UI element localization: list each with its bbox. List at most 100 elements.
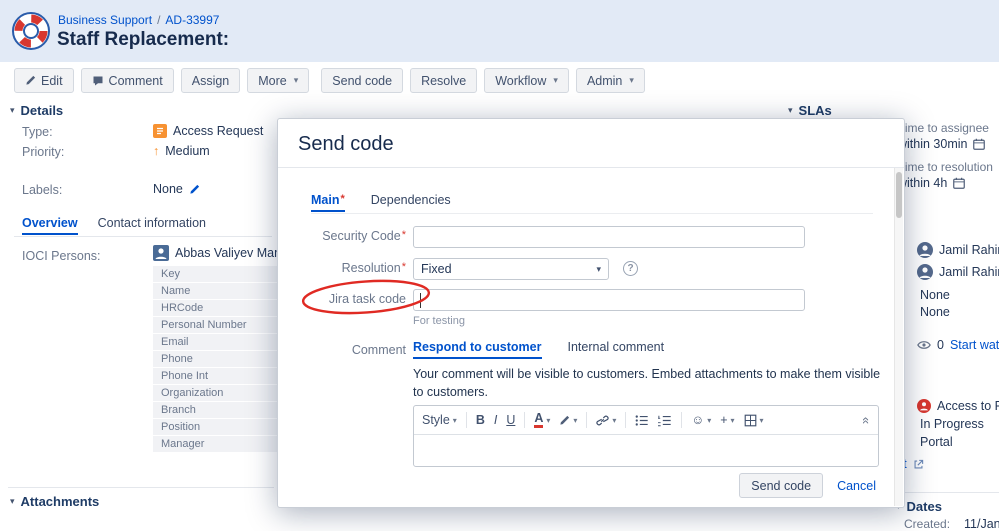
start-watching-link[interactable]: Start watchi xyxy=(950,338,999,352)
admin-button[interactable]: Admin ▾ xyxy=(575,68,645,93)
dialog-scrollbar[interactable] xyxy=(894,168,903,506)
link-icon[interactable]: ▾ xyxy=(596,414,616,427)
chevron-down-icon: ▾ xyxy=(612,415,617,425)
user-avatar xyxy=(917,264,933,280)
dialog-title: Send code xyxy=(298,133,394,155)
resolution-selected-value: Fixed xyxy=(421,262,452,276)
ioci-person: Abbas Valiyev Mamm xyxy=(153,245,295,261)
tab-contact-information[interactable]: Contact information xyxy=(98,216,206,235)
collapse-slas-icon[interactable]: ▾ xyxy=(788,105,793,116)
comment-editor[interactable]: Style ▾ B I U A ▾ ▾ ▾ ☺ ▾ + ▾ ▾ « xyxy=(413,405,879,467)
tab-main[interactable]: Main* xyxy=(311,193,345,212)
comment-label: Comment xyxy=(108,73,163,88)
dialog-footer: Send code Cancel xyxy=(739,473,876,498)
labels-value: None xyxy=(153,182,200,196)
resolve-button[interactable]: Resolve xyxy=(410,68,478,93)
field-value-none: None xyxy=(920,288,950,302)
calendar-icon xyxy=(953,177,966,189)
dates-heading-label: Dates xyxy=(906,499,942,514)
required-marker: * xyxy=(401,229,406,241)
tabs-divider xyxy=(14,236,272,237)
editor-content-area[interactable] xyxy=(414,435,878,466)
field-value-none: None xyxy=(920,305,950,319)
request-type-text: Access to Pe xyxy=(937,399,999,413)
created-value: 11/Jan/19 11:5 xyxy=(964,517,999,531)
reporter-value[interactable]: Jamil Rahim xyxy=(917,264,999,280)
editor-toolbar: Style ▾ B I U A ▾ ▾ ▾ ☺ ▾ + ▾ ▾ « xyxy=(414,406,878,435)
text-color-icon[interactable]: A ▾ xyxy=(534,412,550,428)
help-icon[interactable]: ? xyxy=(623,261,638,276)
bullet-list-icon[interactable] xyxy=(635,414,649,427)
tab-respond-to-customer[interactable]: Respond to customer xyxy=(413,340,542,359)
assign-button[interactable]: Assign xyxy=(180,68,241,93)
underline-icon[interactable]: U xyxy=(506,413,515,427)
resolution-label: Resolution* xyxy=(278,261,406,275)
security-code-input[interactable] xyxy=(413,226,805,248)
status-value: In Progress xyxy=(920,417,984,431)
chain-icon xyxy=(596,415,610,425)
dialog-send-code-button[interactable]: Send code xyxy=(739,473,824,498)
project-avatar[interactable] xyxy=(12,12,50,50)
dialog-scrollbar-thumb[interactable] xyxy=(896,172,902,218)
send-code-dialog: Send code Main* Dependencies Security Co… xyxy=(277,118,905,508)
numbered-list-icon[interactable] xyxy=(658,414,672,427)
sla-value: within 4h xyxy=(898,176,966,190)
chevron-down-icon: ▾ xyxy=(596,263,601,274)
person-name: Jamil Rahim xyxy=(939,265,999,279)
text-cursor xyxy=(420,293,421,308)
tab-overview[interactable]: Overview xyxy=(22,216,78,235)
eye-icon xyxy=(917,341,931,349)
security-code-label: Security Code* xyxy=(278,229,406,243)
chevron-down-icon: ▾ xyxy=(452,415,457,425)
breadcrumb: Business Support / AD-33997 xyxy=(58,13,219,27)
issue-toolbar: Edit Comment Assign More ▾ Send code Reso… xyxy=(14,68,645,93)
collapse-attachments-icon[interactable]: ▾ xyxy=(10,496,15,507)
resolution-select[interactable]: Fixed ▾ xyxy=(413,258,609,280)
emoji-icon[interactable]: ☺ ▾ xyxy=(691,413,711,427)
assignee-value[interactable]: Jamil Rahim xyxy=(917,242,999,258)
slas-section-heading: ▾ SLAs xyxy=(788,103,832,118)
more-button[interactable]: More ▾ xyxy=(247,68,310,93)
edit-label: Edit xyxy=(41,73,63,88)
chevron-down-icon: ▾ xyxy=(293,75,299,85)
send-code-button[interactable]: Send code xyxy=(321,68,404,93)
priority-label: Priority: xyxy=(22,145,65,159)
breadcrumb-issue-link[interactable]: AD-33997 xyxy=(165,13,219,27)
breadcrumb-separator: / xyxy=(157,13,161,27)
security-code-label-text: Security Code xyxy=(322,229,401,243)
dialog-cancel-link[interactable]: Cancel xyxy=(837,479,876,493)
labels-value-text: None xyxy=(153,182,183,196)
tab-internal-comment[interactable]: Internal comment xyxy=(568,340,665,359)
jira-task-code-input[interactable] xyxy=(413,289,805,311)
insert-more-icon[interactable]: + ▾ xyxy=(720,413,734,427)
issue-header: Business Support / AD-33997 Staff Replacem… xyxy=(0,0,999,62)
highlight-pen-icon[interactable]: ▾ xyxy=(559,415,577,426)
comment-button[interactable]: Comment xyxy=(80,68,174,93)
resolve-label: Resolve xyxy=(421,73,467,88)
sla-label: Time to resolution xyxy=(898,160,993,174)
collapse-details-icon[interactable]: ▾ xyxy=(10,105,15,116)
table-icon[interactable]: ▾ xyxy=(744,414,764,427)
workflow-button[interactable]: Workflow ▾ xyxy=(484,68,569,93)
request-type-icon xyxy=(153,124,167,138)
priority-value: ↑ Medium xyxy=(153,144,210,158)
italic-icon[interactable]: I xyxy=(494,413,497,427)
breadcrumb-project-link[interactable]: Business Support xyxy=(58,13,152,27)
comment-icon xyxy=(93,76,103,85)
resolution-label-text: Resolution xyxy=(341,261,401,275)
calendar-icon xyxy=(973,138,986,150)
edit-button[interactable]: Edit xyxy=(14,68,74,93)
edit-labels-icon[interactable] xyxy=(189,184,200,195)
tab-dependencies[interactable]: Dependencies xyxy=(371,193,451,212)
details-section-heading: ▾ Details xyxy=(10,103,63,118)
style-dropdown-label: Style xyxy=(422,413,450,427)
priority-value-label: Medium xyxy=(165,144,210,158)
dialog-title-divider xyxy=(278,167,904,168)
bold-icon[interactable]: B xyxy=(476,413,485,427)
jira-task-code-help: For testing xyxy=(413,315,465,327)
request-type-value: Access to Pe xyxy=(917,399,999,413)
sla-value: within 30min xyxy=(898,137,986,151)
style-dropdown[interactable]: Style ▾ xyxy=(422,413,457,427)
collapse-toolbar-icon[interactable]: « xyxy=(859,416,874,423)
attachments-heading-label: Attachments xyxy=(20,494,100,509)
